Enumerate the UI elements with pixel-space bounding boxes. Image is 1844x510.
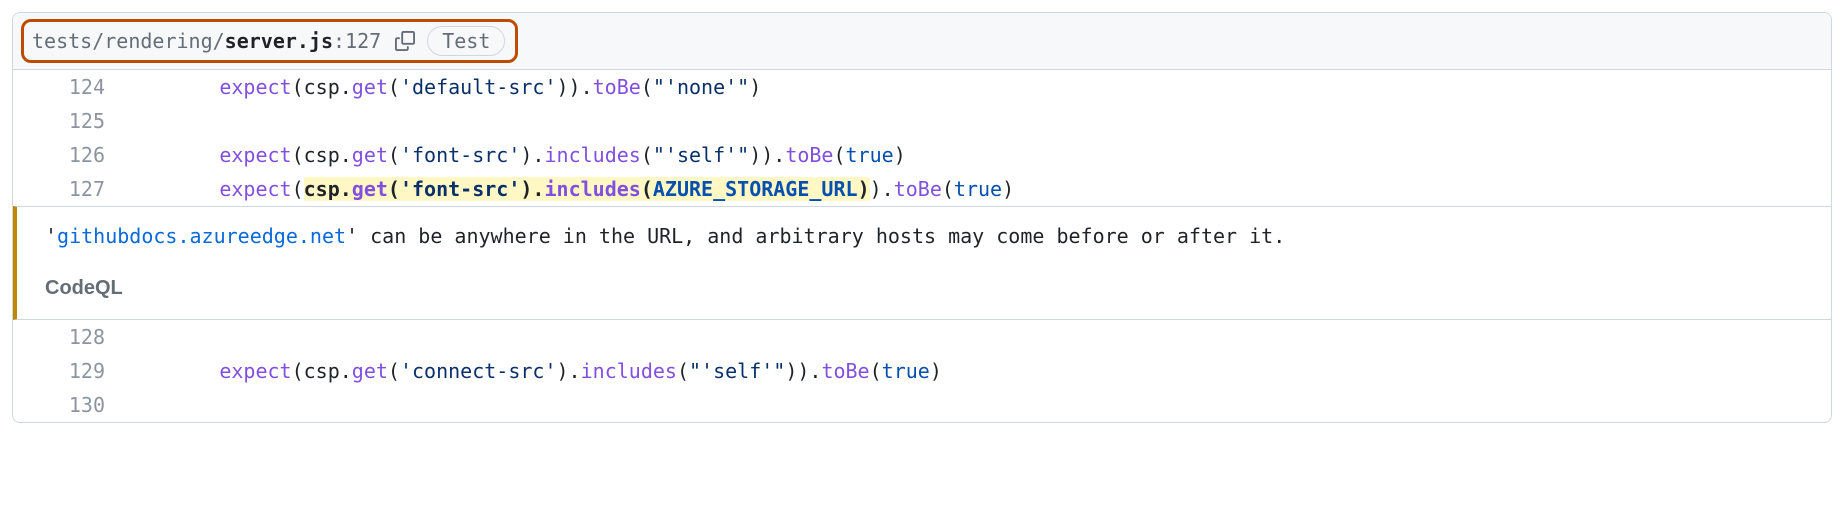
code-rows-after: 128129 expect(csp.get('connect-src').inc… xyxy=(13,320,1831,422)
code-row: 128 xyxy=(13,320,1831,354)
code-line[interactable] xyxy=(123,320,135,354)
line-number[interactable]: 127 xyxy=(13,172,123,206)
alert-host-link[interactable]: githubdocs.azureedge.net xyxy=(57,224,346,248)
alert-quote-open: ' xyxy=(45,224,57,248)
file-path-highlight: tests/rendering/server.js:127 Test xyxy=(21,19,518,63)
code-row: 126 expect(csp.get('font-src').includes(… xyxy=(13,138,1831,172)
code-line[interactable] xyxy=(123,104,135,138)
file-path-colon: : xyxy=(333,29,345,53)
file-line-number: 127 xyxy=(345,29,381,53)
code-row: 127 expect(csp.get('font-src').includes(… xyxy=(13,172,1831,206)
file-name: server.js xyxy=(225,29,333,53)
code-line[interactable]: expect(csp.get('connect-src').includes("… xyxy=(123,354,954,388)
code-line[interactable]: expect(csp.get('default-src')).toBe("'no… xyxy=(123,70,773,104)
code-line[interactable]: expect(csp.get('font-src').includes("'se… xyxy=(123,138,918,172)
code-rows-before: 124 expect(csp.get('default-src')).toBe(… xyxy=(13,70,1831,206)
line-number[interactable]: 126 xyxy=(13,138,123,172)
code-line[interactable]: expect(csp.get('font-src').includes(AZUR… xyxy=(123,172,1026,206)
code-row: 125 xyxy=(13,104,1831,138)
line-number[interactable]: 128 xyxy=(13,320,123,354)
code-area: 124 expect(csp.get('default-src')).toBe(… xyxy=(13,70,1831,422)
code-row: 124 expect(csp.get('default-src')).toBe(… xyxy=(13,70,1831,104)
code-line[interactable] xyxy=(123,388,135,422)
alert-message: 'githubdocs.azureedge.net' can be anywhe… xyxy=(45,219,1831,253)
code-scanning-alert: 'githubdocs.azureedge.net' can be anywhe… xyxy=(13,206,1831,320)
test-pill[interactable]: Test xyxy=(427,26,505,56)
line-number[interactable]: 129 xyxy=(13,354,123,388)
line-number[interactable]: 130 xyxy=(13,388,123,422)
code-row: 129 expect(csp.get('connect-src').includ… xyxy=(13,354,1831,388)
file-path[interactable]: tests/rendering/server.js:127 xyxy=(32,29,381,53)
file-header: tests/rendering/server.js:127 Test xyxy=(13,13,1831,70)
code-block-container: tests/rendering/server.js:127 Test 124 e… xyxy=(12,12,1832,423)
alert-quote-close: ' xyxy=(346,224,358,248)
line-number[interactable]: 125 xyxy=(13,104,123,138)
file-path-prefix: tests/rendering/ xyxy=(32,29,225,53)
alert-text: can be anywhere in the URL, and arbitrar… xyxy=(358,224,1285,248)
line-number[interactable]: 124 xyxy=(13,70,123,104)
copy-icon[interactable] xyxy=(395,31,415,51)
code-row: 130 xyxy=(13,388,1831,422)
alert-tool-name: CodeQL xyxy=(45,271,1831,305)
